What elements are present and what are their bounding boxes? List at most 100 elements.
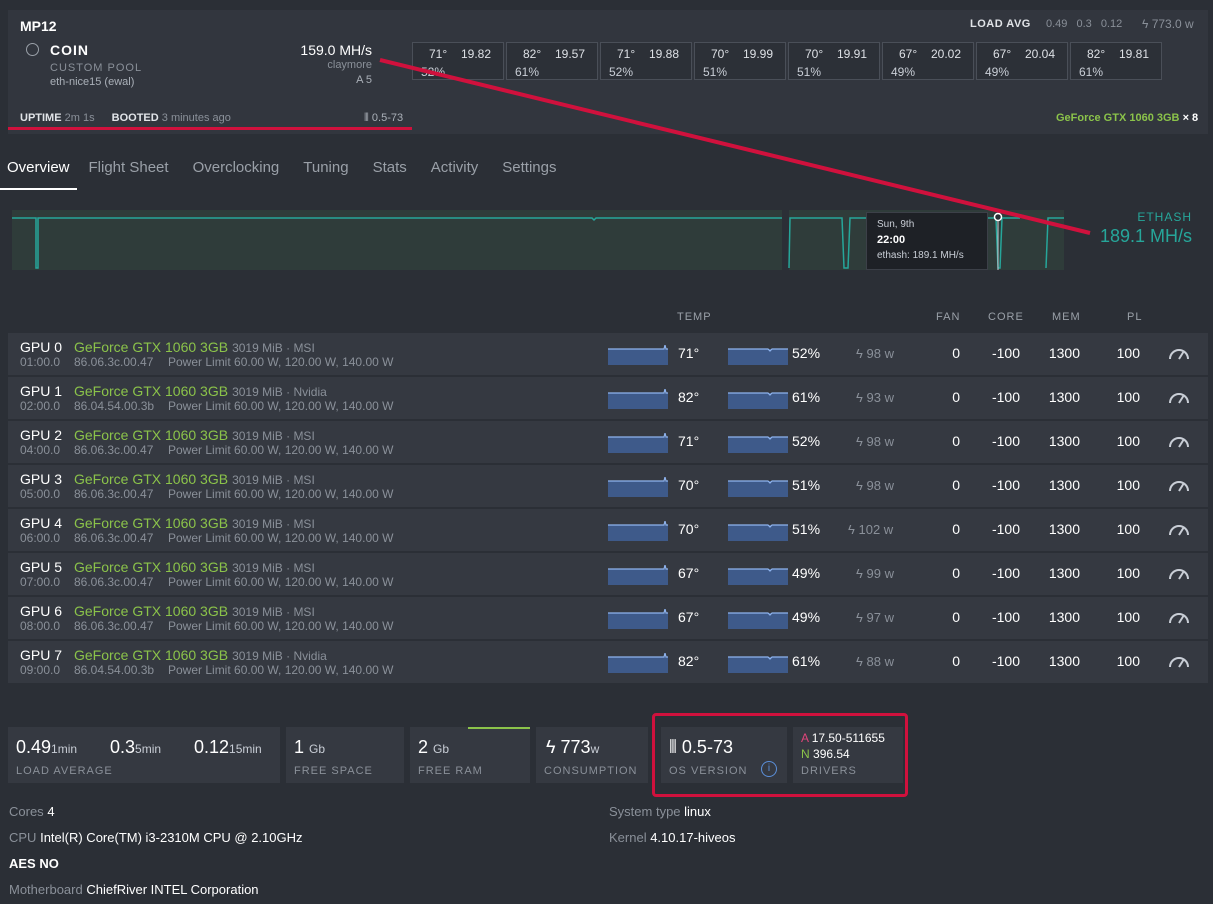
overclock-gauge-icon[interactable] <box>1168 345 1190 361</box>
gpu-fan-setting: 0 <box>952 565 960 581</box>
gpu-core-clock: -100 <box>991 433 1020 449</box>
gpu-power-limit: Power Limit 60.00 W, 120.00 W, 140.00 W <box>168 443 394 457</box>
fan-sparkline <box>728 348 788 365</box>
gpu-temp: 67° <box>678 565 700 581</box>
annotation-highlight-box <box>652 713 908 797</box>
gpu-fan-setting: 0 <box>952 609 960 625</box>
overclock-gauge-icon[interactable] <box>1168 389 1190 405</box>
overclock-gauge-icon[interactable] <box>1168 477 1190 493</box>
overclock-gauge-icon[interactable] <box>1168 521 1190 537</box>
overclock-gauge-icon[interactable] <box>1168 653 1190 669</box>
gpu-row[interactable]: GPU 3 05:00.0 GeForce GTX 1060 3GB 3019 MiB… <box>8 465 1208 509</box>
temp-sparkline <box>608 345 668 365</box>
gpu-bus: 08:00.0 <box>20 619 61 633</box>
gpu-core-clock: -100 <box>991 609 1020 625</box>
bolt-icon: ϟ <box>856 346 867 361</box>
gpu-temp: 71° <box>678 345 700 361</box>
gpu-row[interactable]: GPU 1 02:00.0 GeForce GTX 1060 3GB 3019 MiB… <box>8 377 1208 421</box>
gpu-core-clock: -100 <box>991 345 1020 361</box>
gpu-fan-percent: 51% <box>792 521 821 537</box>
gpu-power-limit-setting: 100 <box>1116 565 1140 581</box>
gpu-power-limit-setting: 100 <box>1116 609 1140 625</box>
gpu-power-limit-setting: 100 <box>1116 521 1140 537</box>
gpu-temp: 82° <box>678 389 700 405</box>
col-temp: TEMP <box>677 311 712 323</box>
gpu-fan-setting: 0 <box>952 653 960 669</box>
gpu-name: GPU 6 <box>20 603 63 619</box>
bolt-icon: ϟ <box>856 566 867 581</box>
temp-sparkline <box>608 389 668 409</box>
gpu-power-limit: Power Limit 60.00 W, 120.00 W, 140.00 W <box>168 355 394 369</box>
gpu-row[interactable]: GPU 7 09:00.0 GeForce GTX 1060 3GB 3019 MiB… <box>8 641 1208 685</box>
gpu-name: GPU 0 <box>20 339 63 355</box>
gpu-fan-percent: 49% <box>792 609 821 625</box>
gpu-model: GeForce GTX 1060 3GB 3019 MiB · MSI <box>74 603 315 619</box>
system-type-info: System type linux <box>609 804 711 819</box>
overclock-gauge-icon[interactable] <box>1168 565 1190 581</box>
gpu-bios: 86.04.54.00.3b <box>74 399 155 413</box>
overclock-gauge-icon[interactable] <box>1168 609 1190 625</box>
gpu-bus: 05:00.0 <box>20 487 61 501</box>
fan-sparkline <box>728 392 788 409</box>
fan-sparkline <box>728 436 788 453</box>
gpu-fan-percent: 61% <box>792 389 821 405</box>
fan-sparkline <box>728 480 788 497</box>
gpu-power-limit-setting: 100 <box>1116 433 1140 449</box>
gpu-bus: 09:00.0 <box>20 663 61 677</box>
fan-sparkline <box>728 656 788 673</box>
gpu-name: GPU 4 <box>20 515 63 531</box>
gpu-model: GeForce GTX 1060 3GB 3019 MiB · MSI <box>74 471 315 487</box>
gpu-name: GPU 1 <box>20 383 63 399</box>
aes-info: AES NO <box>9 856 59 871</box>
gpu-model: GeForce GTX 1060 3GB 3019 MiB · Nvidia <box>74 647 327 663</box>
gpu-model: GeForce GTX 1060 3GB 3019 MiB · MSI <box>74 427 315 443</box>
gpu-mem-clock: 1300 <box>1048 565 1080 581</box>
bolt-icon: ϟ <box>856 390 867 405</box>
gpu-row[interactable]: GPU 0 01:00.0 GeForce GTX 1060 3GB 3019 MiB… <box>8 333 1208 377</box>
load-average-box: 0.491min 0.35min 0.1215min LOAD AVERAGE <box>8 727 280 783</box>
free-ram-box: 2 Gb FREE RAM <box>410 727 530 783</box>
gpu-bios: 86.06.3c.00.47 <box>74 443 154 457</box>
fan-sparkline <box>728 568 788 585</box>
col-fan: FAN <box>936 311 961 323</box>
gpu-power-limit: Power Limit 60.00 W, 120.00 W, 140.00 W <box>168 619 394 633</box>
annotation-arrow-line <box>379 58 1091 235</box>
gpu-power-limit: Power Limit 60.00 W, 120.00 W, 140.00 W <box>168 531 394 545</box>
gpu-power-limit: Power Limit 60.00 W, 120.00 W, 140.00 W <box>168 663 394 677</box>
gpu-power-limit-setting: 100 <box>1116 477 1140 493</box>
gpu-bios: 86.04.54.00.3b <box>74 663 155 677</box>
bolt-icon: ϟ <box>856 654 867 669</box>
gpu-power-limit-setting: 100 <box>1116 653 1140 669</box>
gpu-mem-clock: 1300 <box>1048 609 1080 625</box>
gpu-bios: 86.06.3c.00.47 <box>74 575 154 589</box>
gpu-name: GPU 5 <box>20 559 63 575</box>
gpu-power: ϟ 98 w <box>856 434 894 449</box>
gpu-power: ϟ 98 w <box>856 478 894 493</box>
gpu-fan-setting: 0 <box>952 433 960 449</box>
overclock-gauge-icon[interactable] <box>1168 433 1190 449</box>
kernel-info: Kernel 4.10.17-hiveos <box>609 830 736 845</box>
gpu-fan-setting: 0 <box>952 345 960 361</box>
gpu-power: ϟ 98 w <box>856 346 894 361</box>
gpu-power-limit-setting: 100 <box>1116 345 1140 361</box>
gpu-name: GPU 3 <box>20 471 63 487</box>
gpu-power: ϟ 93 w <box>856 390 894 405</box>
gpu-row[interactable]: GPU 5 07:00.0 GeForce GTX 1060 3GB 3019 MiB… <box>8 553 1208 597</box>
gpu-bus: 04:00.0 <box>20 443 61 457</box>
gpu-fan-percent: 51% <box>792 477 821 493</box>
gpu-row[interactable]: GPU 4 06:00.0 GeForce GTX 1060 3GB 3019 MiB… <box>8 509 1208 553</box>
fan-sparkline <box>728 612 788 629</box>
gpu-power: ϟ 102 w <box>848 522 894 537</box>
gpu-bios: 86.06.3c.00.47 <box>74 355 154 369</box>
motherboard-info: Motherboard ChiefRiver INTEL Corporation <box>9 882 259 897</box>
gpu-mem-clock: 1300 <box>1048 389 1080 405</box>
gpu-power-limit: Power Limit 60.00 W, 120.00 W, 140.00 W <box>168 575 394 589</box>
gpu-row[interactable]: GPU 2 04:00.0 GeForce GTX 1060 3GB 3019 MiB… <box>8 421 1208 465</box>
gpu-bus: 06:00.0 <box>20 531 61 545</box>
gpu-core-clock: -100 <box>991 521 1020 537</box>
free-space-box: 1 Gb FREE SPACE <box>286 727 404 783</box>
gpu-row[interactable]: GPU 6 08:00.0 GeForce GTX 1060 3GB 3019 MiB… <box>8 597 1208 641</box>
consumption-box: ϟ 773w CONSUMPTION <box>536 727 648 783</box>
col-core: CORE <box>988 311 1024 323</box>
fan-sparkline <box>728 524 788 541</box>
